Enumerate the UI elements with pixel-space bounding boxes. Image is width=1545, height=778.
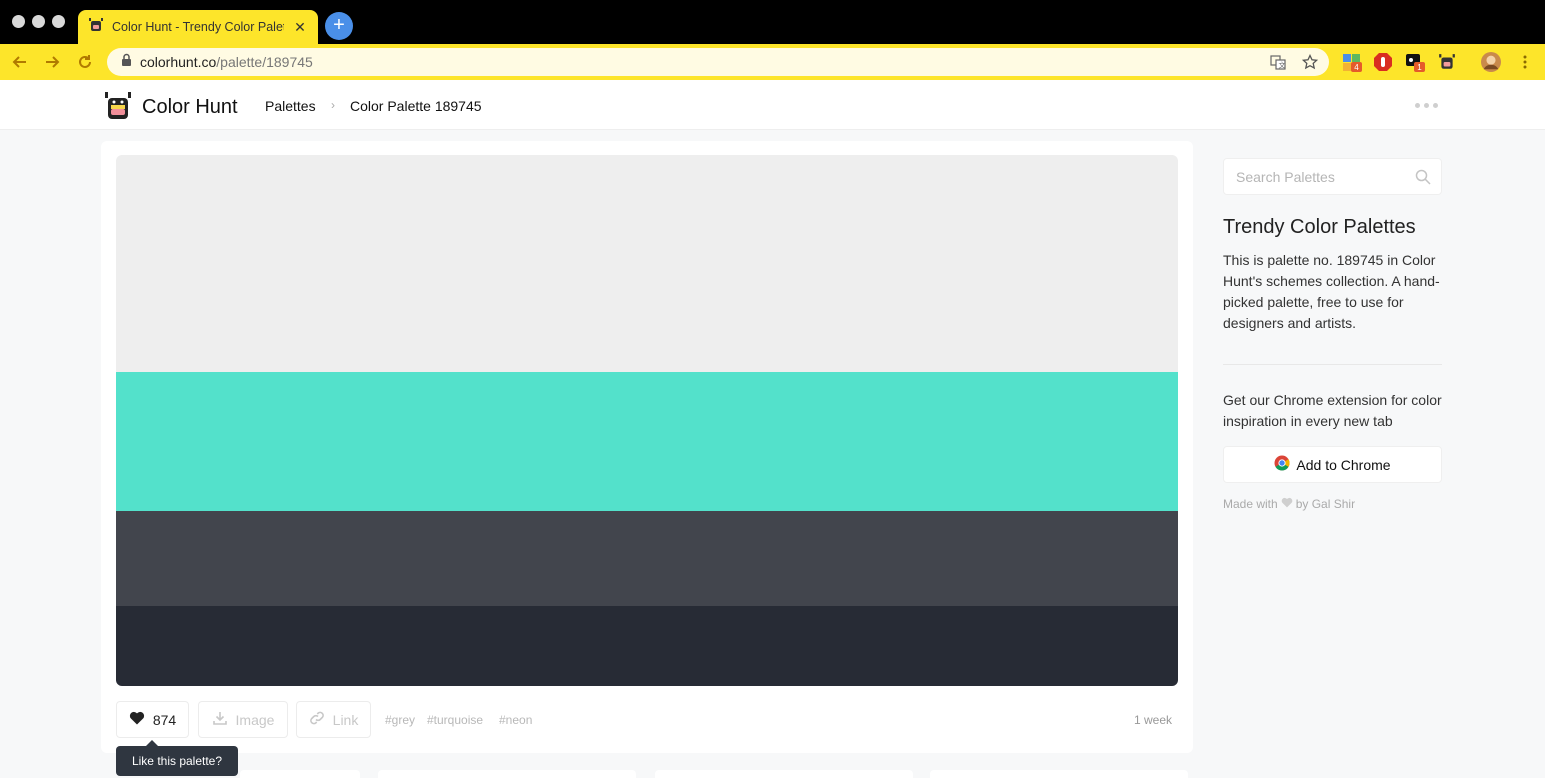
heart-icon xyxy=(129,711,145,728)
next-palette-card[interactable] xyxy=(378,770,636,778)
new-tab-button[interactable]: + xyxy=(325,12,353,40)
search-box[interactable] xyxy=(1223,158,1442,195)
back-icon[interactable] xyxy=(8,50,32,74)
tag-link[interactable]: #grey xyxy=(385,713,415,727)
color-swatch[interactable] xyxy=(116,606,1178,686)
download-image-button[interactable]: Image xyxy=(198,701,288,738)
browser-menu-icon[interactable] xyxy=(1515,52,1535,72)
lock-icon xyxy=(121,53,132,71)
add-to-chrome-label: Add to Chrome xyxy=(1296,456,1391,473)
svg-text:1: 1 xyxy=(1417,63,1422,72)
more-options-icon[interactable] xyxy=(1415,103,1438,108)
next-palette-card[interactable] xyxy=(240,770,360,778)
link-icon xyxy=(309,710,325,729)
like-count: 874 xyxy=(152,711,177,728)
link-button-label: Link xyxy=(332,711,359,728)
download-icon xyxy=(212,710,228,729)
breadcrumb-chevron-icon: › xyxy=(331,98,335,112)
breadcrumb-current: Color Palette 189745 xyxy=(350,98,482,114)
posted-time: 1 week xyxy=(1133,713,1172,727)
next-palette-card[interactable] xyxy=(655,770,913,778)
forward-icon[interactable] xyxy=(40,50,64,74)
colorhunt-extension-icon[interactable] xyxy=(1437,52,1457,72)
bookmark-star-icon[interactable] xyxy=(1301,53,1319,71)
svg-text:4: 4 xyxy=(1354,63,1359,72)
color-swatch[interactable] xyxy=(116,511,1178,606)
browser-toolbar: colorhunt.co/palette/189745 文 4 1 xyxy=(0,44,1545,80)
search-icon[interactable] xyxy=(1415,169,1431,190)
heart-icon xyxy=(1281,497,1293,511)
palette-actions: 874 Image Link #grey #turquoise #neon 1 … xyxy=(116,701,1178,738)
tag-link[interactable]: #turquoise xyxy=(427,713,483,727)
notifications-extension-icon[interactable]: 1 xyxy=(1405,52,1425,72)
made-with-credit: Made with by Gal Shir xyxy=(1223,497,1355,511)
chrome-extension-promo: Get our Chrome extension for color inspi… xyxy=(1223,392,1442,429)
tag-link[interactable]: #neon xyxy=(499,713,532,727)
chrome-logo-icon xyxy=(1274,455,1290,474)
sidebar-description: This is palette no. 189745 in Color Hunt… xyxy=(1223,252,1440,331)
sidebar-divider xyxy=(1223,364,1442,365)
palette-swatches xyxy=(116,155,1178,686)
translate-icon[interactable]: 文 xyxy=(1269,53,1287,71)
site-logo[interactable]: Color Hunt xyxy=(104,90,238,125)
adblock-icon[interactable] xyxy=(1373,52,1393,72)
made-with-prefix: Made with xyxy=(1223,497,1278,511)
browser-tab-active[interactable]: Color Hunt - Trendy Color Palettes ✕ xyxy=(78,10,318,44)
colorhunt-logo-icon xyxy=(104,90,132,125)
image-button-label: Image xyxy=(235,711,275,728)
like-button[interactable]: 874 xyxy=(116,701,189,738)
address-bar[interactable]: colorhunt.co/palette/189745 文 xyxy=(107,48,1329,76)
svg-text:文: 文 xyxy=(1279,61,1286,70)
url-text: colorhunt.co/palette/189745 xyxy=(140,54,313,70)
next-palette-card[interactable] xyxy=(930,770,1188,778)
search-input[interactable] xyxy=(1224,159,1394,194)
colorhunt-favicon-icon xyxy=(88,17,104,38)
site-header: Color Hunt Palettes › Color Palette 1897… xyxy=(0,80,1545,130)
extension-puzzle-icon[interactable]: 4 xyxy=(1342,52,1362,72)
reload-icon[interactable] xyxy=(73,50,97,74)
tab-title: Color Hunt - Trendy Color Palettes xyxy=(112,20,284,34)
color-swatch[interactable] xyxy=(116,372,1178,511)
maximize-window-button[interactable] xyxy=(52,15,65,28)
logo-text: Color Hunt xyxy=(142,96,238,118)
add-to-chrome-button[interactable]: Add to Chrome xyxy=(1223,446,1442,483)
close-window-button[interactable] xyxy=(12,15,25,28)
profile-avatar-icon[interactable] xyxy=(1481,52,1501,72)
browser-titlebar: Color Hunt - Trendy Color Palettes ✕ + xyxy=(0,0,1545,44)
breadcrumb-palettes-link[interactable]: Palettes xyxy=(265,98,316,114)
like-tooltip: Like this palette? xyxy=(116,740,238,776)
color-swatch[interactable] xyxy=(116,155,1178,372)
copy-link-button[interactable]: Link xyxy=(296,701,371,738)
url-host: colorhunt.co xyxy=(140,54,217,70)
minimize-window-button[interactable] xyxy=(32,15,45,28)
sidebar-title: Trendy Color Palettes xyxy=(1223,216,1416,238)
close-tab-icon[interactable]: ✕ xyxy=(292,19,308,36)
url-path: /palette/189745 xyxy=(216,54,313,70)
author-link[interactable]: by Gal Shir xyxy=(1296,497,1355,511)
